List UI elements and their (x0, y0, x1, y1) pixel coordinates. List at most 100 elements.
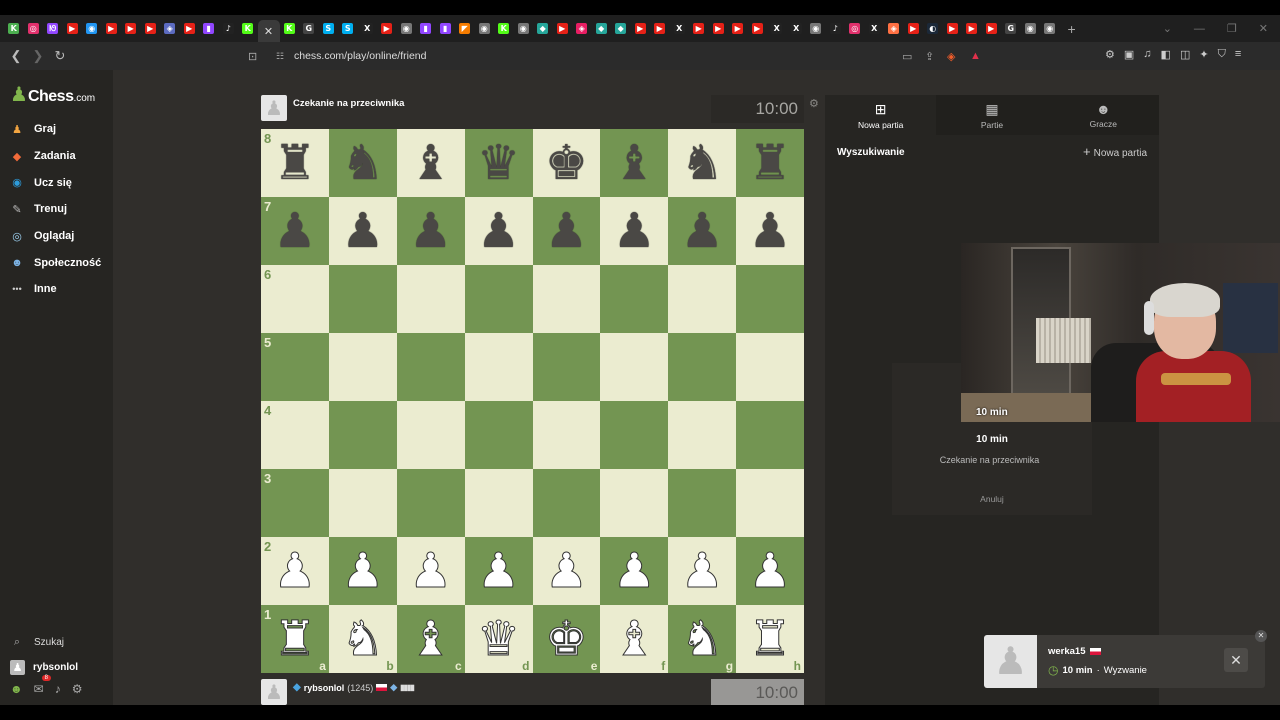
square-g7[interactable]: ♟ (668, 197, 737, 265)
minimize-icon[interactable]: — (1194, 23, 1205, 35)
black-bishop-icon[interactable]: ♝ (613, 139, 656, 187)
square-e6[interactable] (532, 265, 601, 333)
wallet-icon[interactable]: ◫ (1180, 48, 1190, 61)
square-c6[interactable] (396, 265, 465, 333)
cast-icon[interactable]: ▭ (902, 50, 912, 63)
browser-tab[interactable]: ▶ (141, 19, 161, 39)
white-bishop-icon[interactable]: ♝ (409, 615, 453, 664)
browser-tab[interactable]: ◉ (1040, 19, 1060, 39)
square-h4[interactable] (736, 401, 804, 469)
square-e3[interactable] (532, 469, 601, 537)
black-pawn-icon[interactable]: ♟ (613, 207, 656, 255)
tab-search-icon[interactable]: ⌄ (1163, 22, 1172, 35)
white-pawn-icon[interactable]: ♟ (544, 547, 588, 596)
square-d2[interactable]: ♟ (464, 537, 533, 605)
browser-tab[interactable]: ᘚ (43, 19, 63, 39)
browser-tab[interactable]: ▶ (962, 19, 982, 39)
browser-tab[interactable]: X (865, 19, 885, 39)
white-pawn-icon[interactable]: ♟ (680, 547, 724, 596)
decline-challenge-button[interactable]: ✕ (1224, 648, 1248, 672)
browser-tab[interactable]: ▶ (121, 19, 141, 39)
square-c3[interactable] (396, 469, 465, 537)
square-e2[interactable]: ♟ (532, 537, 601, 605)
square-f4[interactable] (600, 401, 669, 469)
square-d8[interactable]: ♛ (464, 129, 533, 197)
black-rook-icon[interactable]: ♜ (273, 139, 316, 187)
white-pawn-icon[interactable]: ♟ (409, 547, 453, 596)
square-a8[interactable]: 8 ♜ (261, 129, 329, 197)
square-b3[interactable] (328, 469, 397, 537)
challenger-name[interactable]: werka15 (1048, 646, 1086, 657)
square-f1[interactable]: f ♝ (600, 605, 669, 673)
white-knight-icon[interactable]: ♞ (341, 615, 385, 664)
sidebar-item-6[interactable]: ☻ Społeczność (10, 249, 101, 276)
white-queen-icon[interactable]: ♛ (477, 615, 521, 664)
square-d6[interactable] (464, 265, 533, 333)
settings-icon[interactable]: ⚙ (72, 682, 83, 696)
browser-tab[interactable]: G (1001, 19, 1021, 39)
square-b2[interactable]: ♟ (328, 537, 397, 605)
browser-tab[interactable]: ◆ (592, 19, 612, 39)
square-h8[interactable]: ♜ (736, 129, 804, 197)
square-f5[interactable] (600, 333, 669, 401)
square-d4[interactable] (464, 401, 533, 469)
square-c5[interactable] (396, 333, 465, 401)
search-link[interactable]: ⌕ Szukaj (10, 630, 78, 655)
square-c2[interactable]: ♟ (396, 537, 465, 605)
browser-tab[interactable]: ◆ (533, 19, 553, 39)
sidebar-toggle-icon[interactable]: ◧ (1161, 48, 1171, 61)
browser-tab[interactable]: ▶ (102, 19, 122, 39)
browser-tab[interactable]: ◐ (923, 19, 943, 39)
square-g8[interactable]: ♞ (668, 129, 737, 197)
square-a5[interactable]: 5 (261, 333, 329, 401)
browser-tab[interactable]: ▶ (377, 19, 397, 39)
square-a7[interactable]: 7 ♟ (261, 197, 329, 265)
black-pawn-icon[interactable]: ♟ (477, 207, 520, 255)
browser-tab[interactable]: K (238, 19, 258, 39)
square-f7[interactable]: ♟ (600, 197, 669, 265)
white-pawn-icon[interactable]: ♟ (612, 547, 656, 596)
browser-tab[interactable]: ◎ (845, 19, 865, 39)
browser-tab[interactable]: ▶ (689, 19, 709, 39)
tab-2[interactable]: ▦ Partie (936, 95, 1047, 135)
share-icon[interactable]: ⇪ (925, 50, 934, 63)
white-bishop-icon[interactable]: ♝ (612, 615, 656, 664)
browser-tab[interactable]: ▮ (416, 19, 436, 39)
sidebar-item-3[interactable]: ◉ Ucz się (10, 169, 101, 196)
square-h1[interactable]: h ♜ (736, 605, 804, 673)
browser-tab[interactable]: G (299, 19, 319, 39)
forward-icon[interactable]: ❯ (28, 48, 48, 64)
browser-tab[interactable]: ◉ (1021, 19, 1041, 39)
browser-tab[interactable]: X (358, 19, 378, 39)
browser-tab[interactable]: ▶ (553, 19, 573, 39)
bookmark-icon[interactable]: ⊡ (248, 50, 257, 63)
black-queen-icon[interactable]: ♛ (477, 139, 520, 187)
square-h2[interactable]: ♟ (736, 537, 804, 605)
new-game-link[interactable]: + Nowa partia (1083, 143, 1147, 161)
sidebar-item-5[interactable]: ◎ Oglądaj (10, 223, 101, 250)
square-d5[interactable] (464, 333, 533, 401)
square-e8[interactable]: ♚ (532, 129, 601, 197)
square-f6[interactable] (600, 265, 669, 333)
square-a4[interactable]: 4 (261, 401, 329, 469)
black-knight-icon[interactable]: ♞ (341, 139, 384, 187)
black-pawn-icon[interactable]: ♟ (681, 207, 724, 255)
browser-tab[interactable]: ◈ (572, 19, 592, 39)
tab-3[interactable]: ☻ Gracze (1048, 95, 1159, 135)
square-d7[interactable]: ♟ (464, 197, 533, 265)
address-bar[interactable]: ⊡ ☷ chess.com/play/online/friend ▭ ⇪ ◈ ▲ (240, 45, 990, 67)
square-a2[interactable]: 2 ♟ (261, 537, 329, 605)
board-settings-icon[interactable]: ⚙ (809, 97, 819, 110)
square-b6[interactable] (328, 265, 397, 333)
window-close-icon[interactable]: ✕ (1259, 22, 1268, 35)
browser-tab[interactable]: ♪ (826, 19, 846, 39)
browser-tab[interactable]: K (280, 19, 300, 39)
browser-tab[interactable]: ▶ (982, 19, 1002, 39)
white-pawn-icon[interactable]: ♟ (477, 547, 521, 596)
url-text[interactable]: chess.com/play/online/friend (294, 50, 427, 62)
square-e1[interactable]: e ♚ (532, 605, 601, 673)
square-h7[interactable]: ♟ (736, 197, 804, 265)
white-pawn-icon[interactable]: ♟ (341, 547, 385, 596)
square-d1[interactable]: d ♛ (464, 605, 533, 673)
vpn-icon[interactable]: ⛉ (1218, 48, 1226, 61)
